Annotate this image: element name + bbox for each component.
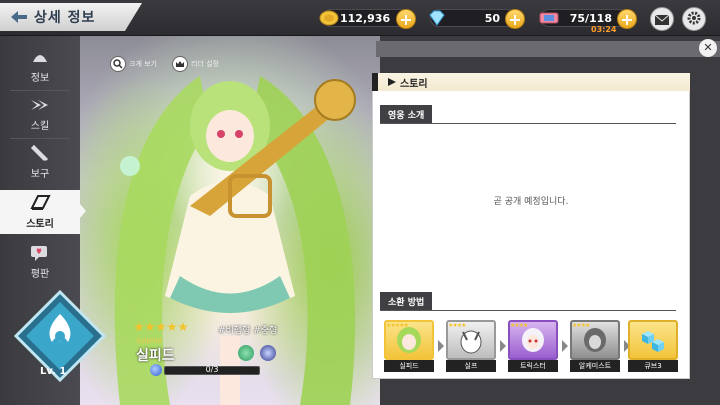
triangle-icon (388, 78, 396, 86)
nav-item-label: 정보 (30, 73, 50, 84)
stamina-timer: 03:24 (591, 25, 617, 34)
nav-item-label: 스킬 (30, 121, 50, 132)
nav-item-story[interactable]: 스토리 (0, 190, 86, 234)
shard-count: 0/3 (205, 365, 219, 374)
star-icon (156, 322, 166, 332)
chevron-right-icon (562, 340, 568, 352)
card-stars: ★★★★ (448, 322, 466, 329)
hero-name: 실피드 (136, 348, 175, 364)
gold-coin-icon (318, 9, 340, 27)
card-stars: ★★★★ (510, 322, 528, 329)
hero-name-en: Sylphid (136, 337, 162, 345)
nav-item-label: 보구 (30, 169, 50, 180)
sylph-portrait (460, 330, 482, 354)
mail-icon (654, 10, 670, 29)
summon-card-label: 큐브3 (628, 360, 678, 372)
nav-item-weapon[interactable]: 보구 (0, 140, 80, 184)
hero-figure (114, 76, 356, 405)
chevron-right-icon (500, 340, 506, 352)
zoom-view-button[interactable]: 크게 보기 (110, 56, 157, 72)
alchemist-portrait (584, 328, 606, 352)
book-icon (30, 195, 51, 210)
card-stars: ★★★★★ (386, 322, 409, 329)
reputation-icon (31, 246, 47, 261)
diamond-icon (426, 9, 448, 27)
magnifier-icon (110, 56, 126, 72)
close-button[interactable]: ✕ (699, 39, 717, 57)
card-stars: ★★★★ (572, 322, 590, 329)
add-gold-button[interactable]: + (396, 9, 416, 29)
trickster-portrait (522, 328, 544, 352)
summon-card-sylph[interactable]: ★★★★ 실프 (446, 320, 496, 372)
summon-card-label: 실피드 (384, 360, 434, 372)
sword-class-icon (260, 345, 276, 361)
hero-tags: #비행형 #중형 (218, 326, 278, 336)
top-bar: 상세 정보 112,936 + 50 + 75/118 03:24 + (0, 0, 720, 36)
hero-illustration (80, 36, 380, 405)
hero-star-rating (134, 322, 188, 332)
summon-card-cube[interactable]: 큐브3 (628, 320, 678, 372)
summon-card-alchemist[interactable]: ★★★★ 알케미스트 (570, 320, 620, 372)
nav-item-skill[interactable]: 스킬 (0, 92, 80, 136)
star-icon (134, 322, 144, 332)
close-icon: ✕ (703, 41, 713, 54)
cube-icon (642, 331, 664, 352)
summon-card-sylphid[interactable]: ★★★★★ 실피드 (384, 320, 434, 372)
story-panel-header: 스토리 (372, 73, 690, 91)
nav-item-label: 평판 (30, 269, 50, 280)
nav-item-info[interactable]: 정보 (0, 44, 80, 88)
crown-icon (172, 56, 188, 72)
summon-card-label: 트릭스터 (508, 360, 558, 372)
sylphid-portrait (397, 327, 421, 353)
story-panel-title: 스토리 (400, 79, 428, 90)
back-arrow-icon (10, 10, 28, 24)
screen: 상세 정보 112,936 + 50 + 75/118 03:24 + 정보 스… (0, 0, 720, 405)
divider (380, 310, 676, 311)
mail-button[interactable] (650, 7, 674, 31)
gold-value: 112,936 (340, 12, 391, 25)
hero-attributes (238, 345, 276, 361)
chevron-right-icon (438, 340, 444, 352)
gear-icon (687, 10, 701, 29)
summon-section-tab: 소환 방법 (380, 292, 433, 310)
hero-level: Lv. 1 (40, 366, 67, 377)
page-title: 상세 정보 (34, 10, 96, 26)
panel-top-strip (376, 41, 720, 57)
settings-button[interactable] (682, 7, 706, 31)
divider (380, 123, 676, 124)
summon-card-label: 알케미스트 (570, 360, 620, 372)
summon-card-label: 실프 (446, 360, 496, 372)
wind-element-icon (238, 345, 254, 361)
star-icon (167, 322, 177, 332)
nav-item-reputation[interactable]: 평판 (0, 240, 80, 284)
intro-section-tab: 영웅 소개 (380, 105, 433, 123)
zoom-view-label: 크게 보기 (129, 60, 157, 68)
leader-set-button[interactable]: 리더 설정 (172, 56, 219, 72)
back-button[interactable]: 상세 정보 (0, 3, 142, 31)
ticket-icon (538, 9, 560, 27)
stamina-value: 75/118 (569, 12, 612, 25)
skill-icon (31, 100, 48, 110)
shard-progress: 0/3 (150, 364, 260, 376)
star-icon (145, 322, 155, 332)
gem-value: 50 (484, 12, 500, 25)
nav-item-label: 스토리 (26, 219, 54, 230)
add-stamina-button[interactable]: + (617, 9, 637, 29)
soulstone-icon (150, 364, 162, 376)
add-gem-button[interactable]: + (505, 9, 525, 29)
weapon-icon (30, 144, 49, 162)
star-icon (178, 322, 188, 332)
leader-set-label: 리더 설정 (191, 60, 219, 68)
summon-card-trickster[interactable]: ★★★★ 트릭스터 (508, 320, 558, 372)
info-icon (33, 55, 47, 62)
intro-text: 곧 공개 예정입니다. (493, 197, 569, 207)
